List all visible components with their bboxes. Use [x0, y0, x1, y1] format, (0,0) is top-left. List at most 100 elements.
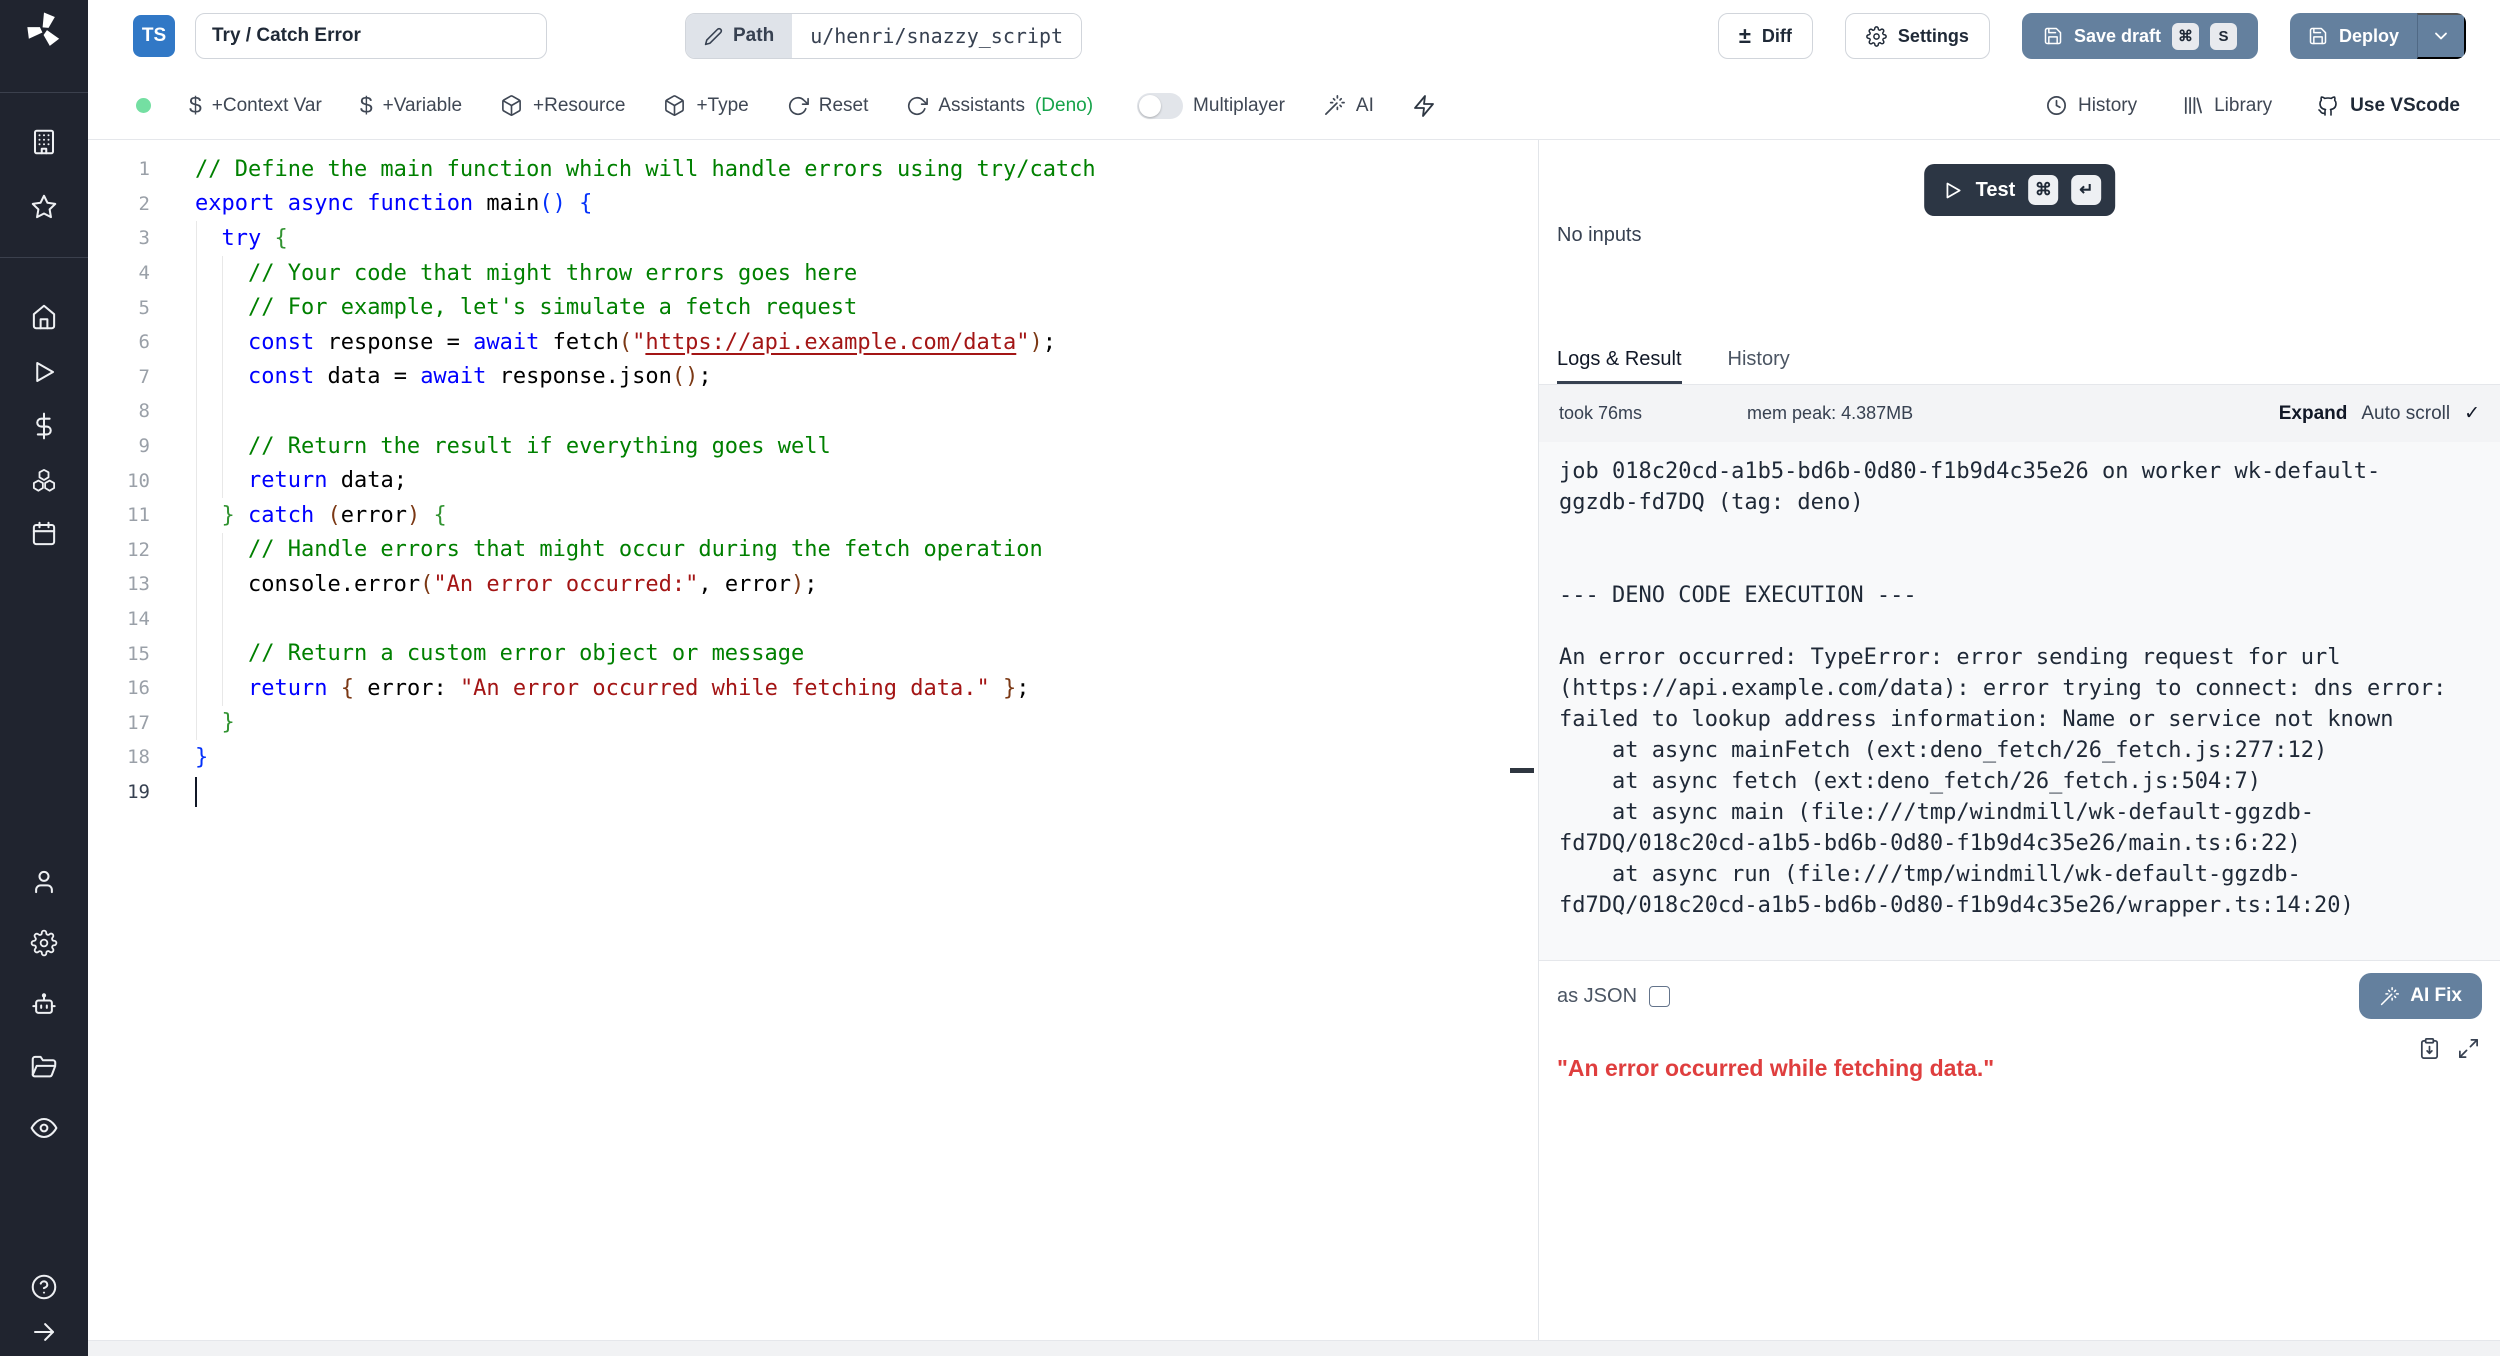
script-title: Try / Catch Error	[212, 25, 361, 47]
deploy-button[interactable]: Deploy	[2290, 13, 2417, 59]
reset-button[interactable]: Reset	[787, 95, 869, 117]
code-editor[interactable]: 1// Define the main function which will …	[88, 140, 1538, 1340]
play-icon	[1942, 180, 1963, 201]
runs-play-icon[interactable]	[31, 359, 58, 386]
help-icon[interactable]	[31, 1274, 58, 1301]
bottom-strip	[88, 1340, 2500, 1356]
test-label: Test	[1976, 179, 2016, 202]
users-icon[interactable]	[31, 869, 58, 896]
variables-dollar-icon[interactable]	[31, 413, 58, 440]
workers-robot-icon[interactable]	[31, 992, 58, 1019]
autoscroll-toggle[interactable]: Auto scroll	[2361, 403, 2450, 425]
history-button[interactable]: History	[2045, 94, 2137, 117]
log-line: failed to lookup address information: Na…	[1559, 704, 2480, 735]
indent-guide	[222, 533, 223, 706]
main-area: TS Try / Catch Error Path u/henri/snazzy…	[88, 0, 2500, 1356]
tab-logs-result[interactable]: Logs & Result	[1557, 335, 1682, 384]
ai-label: AI	[1356, 95, 1374, 117]
settings-gear-icon[interactable]	[31, 930, 58, 957]
code-line: 5 // For example, let's simulate a fetch…	[88, 290, 1538, 325]
code-line: 2export async function main() {	[88, 187, 1538, 222]
overview-ruler-cursor-mark	[1510, 768, 1534, 773]
result-header-row: as JSON AI Fix	[1557, 973, 2482, 1019]
job-logs[interactable]: job 018c20cd-a1b5-bd6b-0d80-f1b9d4c35e26…	[1539, 442, 2500, 960]
log-line: (https://api.example.com/data): error tr…	[1559, 673, 2480, 704]
windmill-logo-icon[interactable]	[23, 9, 65, 51]
deploy-label: Deploy	[2339, 26, 2399, 47]
run-stats-bar: took 76ms mem peak: 4.387MB Expand Auto …	[1539, 385, 2500, 442]
path-value-text: u/henri/snazzy_script	[810, 24, 1063, 48]
plus-minus-icon: ±	[1739, 25, 1751, 47]
code-line: 12 // Handle errors that might occur dur…	[88, 533, 1538, 568]
ai-button[interactable]: AI	[1323, 94, 1374, 117]
diff-button[interactable]: ± Diff	[1718, 13, 1813, 59]
library-bars-icon	[2181, 94, 2204, 117]
expand-result-icon[interactable]	[2457, 1037, 2480, 1060]
stats-actions: Expand Auto scroll ✓	[2279, 402, 2480, 425]
add-variable-button[interactable]: $ +Variable	[360, 94, 462, 117]
log-line: An error occurred: TypeError: error send…	[1559, 642, 2480, 673]
chevron-down-icon	[2431, 26, 2451, 46]
add-context-var-button[interactable]: $ +Context Var	[189, 94, 322, 117]
add-type-button[interactable]: +Type	[663, 94, 748, 117]
assistants-label: Assistants	[938, 95, 1025, 117]
toolbar-right-group: History Library Use VScode	[2045, 94, 2460, 118]
code-line: 15 // Return a custom error object or me…	[88, 636, 1538, 671]
expand-logs-button[interactable]: Expand	[2279, 403, 2348, 425]
schedules-calendar-icon[interactable]	[31, 521, 58, 548]
package-icon	[500, 94, 523, 117]
assistants-button[interactable]: Assistants (Deno)	[906, 95, 1093, 117]
save-icon	[2308, 26, 2328, 46]
rotate-icon	[906, 95, 928, 117]
deploy-button-group: Deploy	[2290, 13, 2466, 59]
multiplayer-toggle[interactable]	[1137, 93, 1183, 119]
deploy-options-button[interactable]	[2417, 13, 2466, 59]
as-json-checkbox[interactable]	[1649, 986, 1670, 1007]
library-button[interactable]: Library	[2181, 94, 2272, 117]
add-type-label: +Type	[696, 95, 748, 117]
rotate-icon	[787, 95, 809, 117]
folders-icon[interactable]	[31, 1054, 58, 1081]
library-label: Library	[2214, 95, 2272, 117]
check-icon: ✓	[2464, 402, 2480, 425]
favorites-star-icon[interactable]	[31, 194, 58, 221]
settings-button[interactable]: Settings	[1845, 13, 1990, 59]
code-line: 1// Define the main function which will …	[88, 152, 1538, 187]
add-resource-button[interactable]: +Resource	[500, 94, 625, 117]
package-icon	[663, 94, 686, 117]
status-dot	[136, 98, 151, 113]
history-clock-icon	[2045, 94, 2068, 117]
test-button[interactable]: Test ⌘ ↵	[1924, 164, 2116, 216]
collapse-arrow-icon[interactable]	[31, 1319, 58, 1346]
code-line: 19	[88, 775, 1538, 810]
toggle-knob	[1139, 95, 1161, 117]
audit-eye-icon[interactable]	[31, 1115, 58, 1142]
resources-boxes-icon[interactable]	[31, 467, 58, 494]
settings-label: Settings	[1898, 26, 1969, 47]
instant-preview-button[interactable]	[1412, 94, 1436, 118]
ai-fix-button[interactable]: AI Fix	[2359, 973, 2482, 1019]
copy-to-clipboard-icon[interactable]	[2418, 1037, 2441, 1060]
save-draft-label: Save draft	[2074, 26, 2161, 47]
save-icon	[2043, 26, 2063, 46]
use-vscode-button[interactable]: Use VScode	[2316, 94, 2460, 118]
script-title-input[interactable]: Try / Catch Error	[195, 13, 547, 59]
result-pane: as JSON AI Fix	[1539, 960, 2500, 1340]
pencil-icon	[704, 27, 723, 46]
result-actions	[2418, 1037, 2480, 1060]
multiplayer-toggle-group: Multiplayer	[1137, 93, 1285, 119]
magic-wand-icon	[2379, 986, 2400, 1007]
path-label-text: Path	[733, 25, 774, 47]
lightning-bolt-icon	[1412, 94, 1436, 118]
code-line: 7 const data = await response.json();	[88, 360, 1538, 395]
kbd-s: S	[2210, 23, 2237, 50]
workspace-building-icon[interactable]	[31, 129, 58, 156]
no-inputs-text: No inputs	[1557, 224, 1642, 247]
code-line: 9 // Return the result if everything goe…	[88, 429, 1538, 464]
use-vscode-label: Use VScode	[2350, 95, 2460, 117]
tab-history[interactable]: History	[1728, 335, 1790, 384]
path-value-input[interactable]: u/henri/snazzy_script	[792, 14, 1081, 58]
edit-path-button[interactable]: Path	[686, 14, 792, 58]
save-draft-button[interactable]: Save draft ⌘ S	[2022, 13, 2258, 59]
home-icon[interactable]	[31, 304, 58, 331]
